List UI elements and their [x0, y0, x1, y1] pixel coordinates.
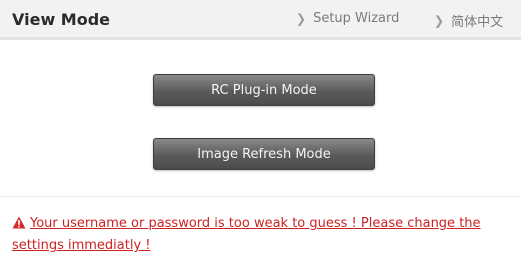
- page-title: View Mode: [12, 10, 111, 29]
- warning-text[interactable]: Your username or password is too weak to…: [12, 216, 481, 253]
- warning-icon: [12, 216, 26, 236]
- rc-plugin-mode-button[interactable]: RC Plug-in Mode: [153, 74, 375, 106]
- weak-password-warning[interactable]: Your username or password is too weak to…: [12, 214, 502, 256]
- language-label: 简体中文: [451, 15, 504, 30]
- chevron-right-icon: ❯: [434, 13, 445, 28]
- language-link[interactable]: ❯ 简体中文: [434, 11, 503, 30]
- divider: [0, 196, 521, 197]
- chevron-right-icon: ❯: [296, 11, 307, 26]
- header-bar: View Mode ❯ Setup Wizard ❯ 简体中文: [0, 0, 521, 40]
- setup-wizard-label: Setup Wizard: [313, 11, 400, 26]
- image-refresh-mode-button[interactable]: Image Refresh Mode: [153, 138, 375, 170]
- setup-wizard-link[interactable]: ❯ Setup Wizard: [296, 11, 399, 26]
